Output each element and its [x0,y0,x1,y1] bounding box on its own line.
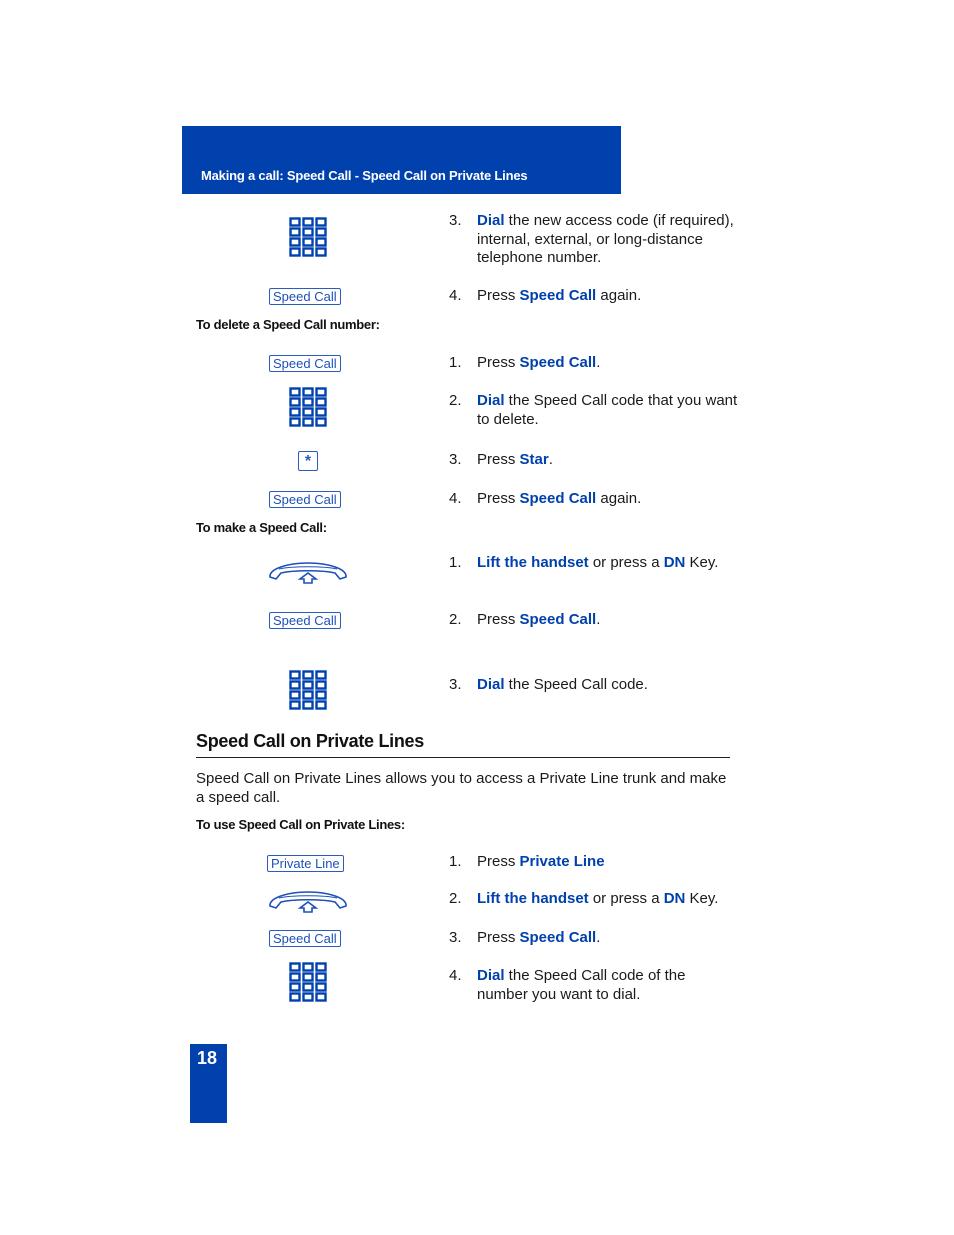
header-title: Making a call: Speed Call - Speed Call o… [201,168,528,183]
private-line-key[interactable]: Private Line [267,855,344,872]
keypad-icon [289,670,327,710]
handset-lift-icon [267,890,349,914]
speed-call-key[interactable]: Speed Call [269,288,341,305]
section-divider [196,757,730,758]
private-step-1: 1. Press Private Line [449,853,605,870]
header-band: Making a call: Speed Call - Speed Call o… [182,126,621,194]
delete-step-2: 2. Dial the Speed Call code that you wan… [449,392,738,428]
speed-call-key[interactable]: Speed Call [269,491,341,508]
keyword-dial: Dial [477,212,505,229]
step-press-speed-call-again: 4. Press Speed Call again. [449,287,642,304]
delete-speed-call-heading: To delete a Speed Call number: [196,317,380,332]
keypad-icon [289,217,327,257]
keypad-icon [289,387,327,427]
keypad-icon [289,962,327,1002]
section-description: Speed Call on Private Lines allows you t… [196,770,727,806]
speed-call-key[interactable]: Speed Call [269,612,341,629]
make-step-1: 1. Lift the handset or press a DN Key. [449,554,719,571]
star-key-icon[interactable]: * [298,451,318,471]
speed-call-key[interactable]: Speed Call [269,930,341,947]
page-number-tab: 18 [190,1044,227,1123]
private-step-3: 3. Press Speed Call. [449,929,601,946]
make-step-2: 2. Press Speed Call. [449,611,601,628]
use-private-lines-heading: To use Speed Call on Private Lines: [196,817,405,832]
delete-step-3: 3. Press Star. [449,451,553,468]
delete-step-4: 4. Press Speed Call again. [449,490,642,507]
make-step-3: 3. Dial the Speed Call code. [449,676,648,693]
handset-lift-icon [267,561,349,585]
page-number: 18 [197,1048,218,1068]
private-step-4: 4. Dial the Speed Call code of the numbe… [449,967,686,1003]
delete-step-1: 1. Press Speed Call. [449,354,601,371]
section-title: Speed Call on Private Lines [196,731,424,751]
make-speed-call-heading: To make a Speed Call: [196,520,327,535]
step-dial-access-code: 3. Dial the new access code (if required… [449,212,734,266]
private-step-2: 2. Lift the handset or press a DN Key. [449,890,719,907]
speed-call-key[interactable]: Speed Call [269,355,341,372]
